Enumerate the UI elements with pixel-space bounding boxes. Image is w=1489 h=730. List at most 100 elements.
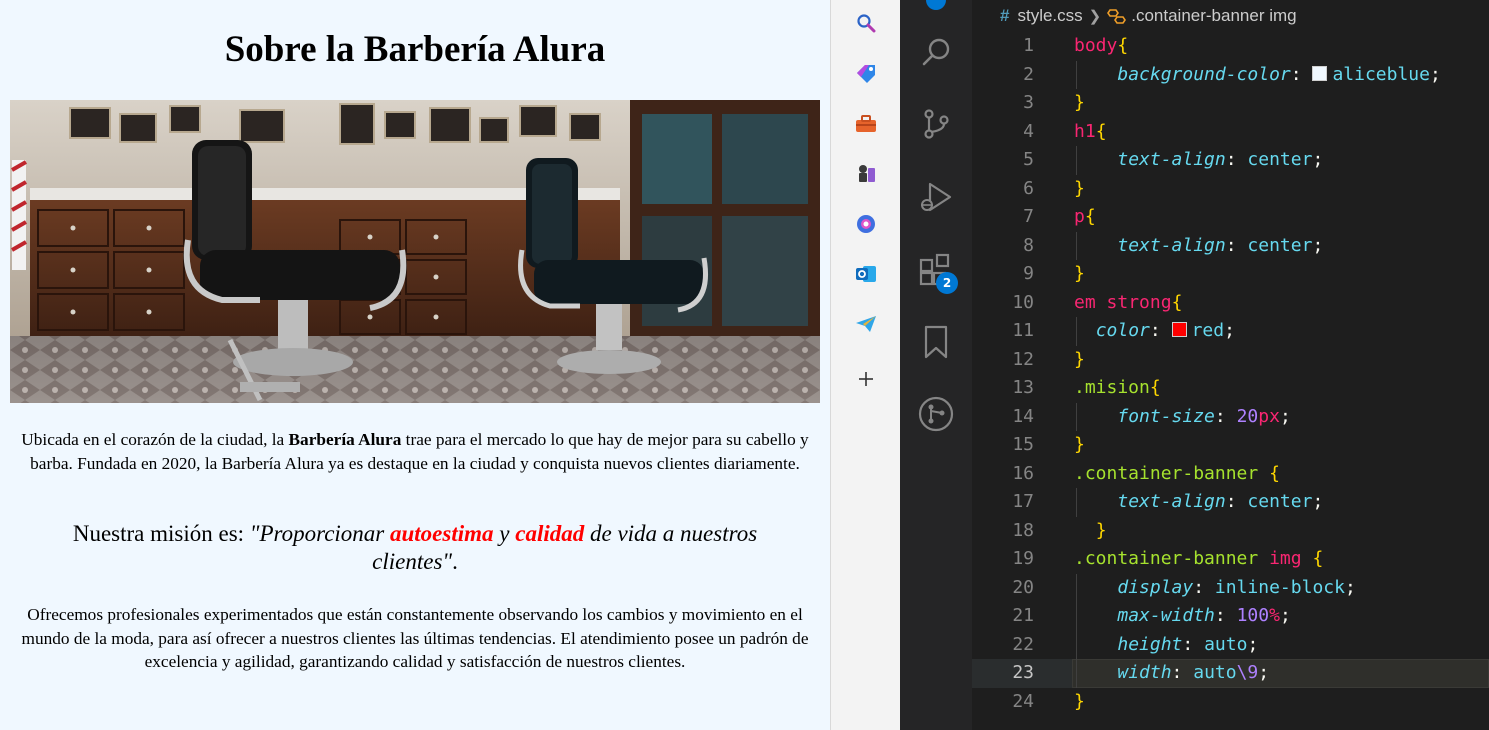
run-debug-icon[interactable]	[914, 175, 958, 219]
code-line[interactable]: 18 }	[972, 517, 1489, 546]
plus-icon[interactable]	[855, 368, 877, 390]
outlook-icon[interactable]	[855, 263, 877, 285]
code-line[interactable]: 19 .container-banner img {	[972, 545, 1489, 574]
symbol-class-icon	[1107, 9, 1127, 24]
line-number: 15	[1012, 434, 1034, 455]
line-number: 23	[1012, 662, 1034, 683]
line-code: text-align: center;	[1117, 149, 1324, 170]
line-number: 10	[1012, 291, 1034, 313]
browser-preview: Sobre la Barbería Alura Ubicada en el co…	[0, 0, 830, 730]
edge-sidebar	[830, 0, 900, 730]
line-number: 4	[1023, 120, 1034, 142]
line-number: 13	[1012, 377, 1034, 398]
services-paragraph: Ofrecemos profesionales experimentados q…	[21, 605, 809, 671]
code-line[interactable]: 12}	[972, 346, 1489, 375]
code-line[interactable]: 11 color: red;	[972, 317, 1489, 346]
mission-quote-part: y	[493, 521, 516, 546]
code-line[interactable]: 21 max-width: 100%;	[972, 602, 1489, 631]
line-code: }	[1074, 92, 1085, 113]
line-code: }	[1074, 690, 1085, 712]
line-code: }	[1074, 348, 1085, 370]
code-line[interactable]: 2 background-color: aliceblue;	[972, 60, 1489, 89]
search-icon[interactable]	[914, 30, 958, 74]
line-code: em strong{	[1074, 291, 1183, 313]
source-control-icon[interactable]	[914, 102, 958, 146]
code-line[interactable]: 13 .mision{	[972, 374, 1489, 403]
line-code: .mision{	[1074, 377, 1161, 398]
code-line[interactable]: 16 .container-banner {	[972, 460, 1489, 489]
code-line[interactable]: 15}	[972, 431, 1489, 460]
line-number: 18	[1012, 519, 1034, 541]
line-code: }	[1074, 263, 1085, 284]
line-number: 12	[1012, 348, 1034, 370]
code-line[interactable]: 1 body{	[972, 32, 1489, 61]
extensions-badge: 2	[936, 272, 958, 294]
breadcrumb-file[interactable]: style.css	[1017, 6, 1082, 26]
line-code: p{	[1074, 206, 1096, 227]
intro-paragraph: Ubicada en el corazón de la ciudad, la B…	[0, 428, 830, 475]
line-code: max-width: 100%;	[1117, 605, 1291, 626]
mission-quote: "Proporcionar autoestima y calidad de vi…	[250, 521, 757, 574]
bookmark-icon[interactable]	[914, 320, 958, 364]
line-number: 16	[1012, 462, 1034, 484]
line-code: display: inline-block;	[1117, 576, 1356, 598]
accounts-badge-icon[interactable]	[914, 0, 958, 22]
code-line[interactable]: 5 text-align: center;	[972, 146, 1489, 175]
line-number: 3	[1023, 92, 1034, 113]
mission-highlight-calidad: calidad	[515, 521, 585, 546]
intro-text-start: Ubicada en el corazón de la ciudad, la	[21, 430, 289, 449]
code-line[interactable]: 9}	[972, 260, 1489, 289]
code-line[interactable]: 7 p{	[972, 203, 1489, 232]
line-number: 2	[1023, 63, 1034, 85]
mission-suffix: .	[452, 549, 458, 574]
line-number: 7	[1023, 206, 1034, 227]
code-line[interactable]: 17 text-align: center;	[972, 488, 1489, 517]
line-number: 17	[1012, 491, 1034, 512]
line-code: .container-banner {	[1074, 462, 1280, 484]
code-editor[interactable]: # style.css ❯ .container-banner img 1 bod…	[972, 0, 1489, 730]
line-code: height: auto;	[1117, 633, 1259, 655]
code-line[interactable]: 24}	[972, 688, 1489, 717]
code-line[interactable]: 6}	[972, 175, 1489, 204]
line-number: 19	[1012, 548, 1034, 569]
mission-prefix: Nuestra misión es:	[72, 521, 250, 546]
code-line[interactable]: 14 font-size: 20px;	[972, 402, 1489, 431]
line-code: width: auto\9;	[1117, 662, 1270, 683]
git-graph-icon[interactable]	[914, 392, 958, 436]
search-icon[interactable]	[855, 12, 877, 34]
line-code: font-size: 20px;	[1117, 405, 1291, 427]
copilot-icon[interactable]	[855, 213, 877, 235]
chevron-right-icon: ❯	[1088, 8, 1102, 25]
toolbox-icon[interactable]	[855, 113, 877, 135]
line-code: }	[1074, 177, 1085, 199]
barbershop-photo	[10, 100, 820, 403]
line-number: 22	[1012, 633, 1034, 655]
mission-quote-part: "Proporcionar	[249, 521, 390, 546]
extensions-badge-count: 2	[942, 276, 952, 290]
code-line[interactable]: 3}	[972, 89, 1489, 118]
line-number: 24	[1012, 690, 1034, 712]
line-code: body{	[1074, 35, 1129, 56]
breadcrumb-symbol[interactable]: .container-banner img	[1131, 6, 1296, 26]
telegram-icon[interactable]	[855, 313, 877, 335]
code-line[interactable]: 22 height: auto;	[972, 630, 1489, 659]
code-line[interactable]: 20 display: inline-block;	[972, 573, 1489, 602]
line-number: 21	[1012, 605, 1034, 626]
chess-icon[interactable]	[855, 162, 877, 184]
code-line[interactable]: 8 text-align: center;	[972, 231, 1489, 260]
code-line[interactable]: 23 width: auto\9;	[972, 659, 1489, 688]
line-code: h1{	[1074, 120, 1107, 142]
mission-highlight-autoestima: autoestima	[390, 521, 494, 546]
breadcrumb: # style.css ❯ .container-banner img	[1000, 4, 1297, 28]
code-line[interactable]: 10 em strong{	[972, 289, 1489, 318]
line-number: 6	[1023, 177, 1034, 199]
code-line[interactable]: 4 h1{	[972, 118, 1489, 147]
line-code: }	[1074, 434, 1085, 455]
line-number: 14	[1012, 405, 1034, 427]
line-code: background-color: aliceblue;	[1117, 63, 1441, 85]
line-number: 20	[1012, 576, 1034, 598]
line-number: 9	[1023, 263, 1034, 284]
mission-paragraph: Nuestra misión es: "Proporcionar autoest…	[0, 520, 830, 576]
tag-icon[interactable]	[855, 62, 877, 84]
vscode-activity-bar: 2	[900, 0, 972, 730]
